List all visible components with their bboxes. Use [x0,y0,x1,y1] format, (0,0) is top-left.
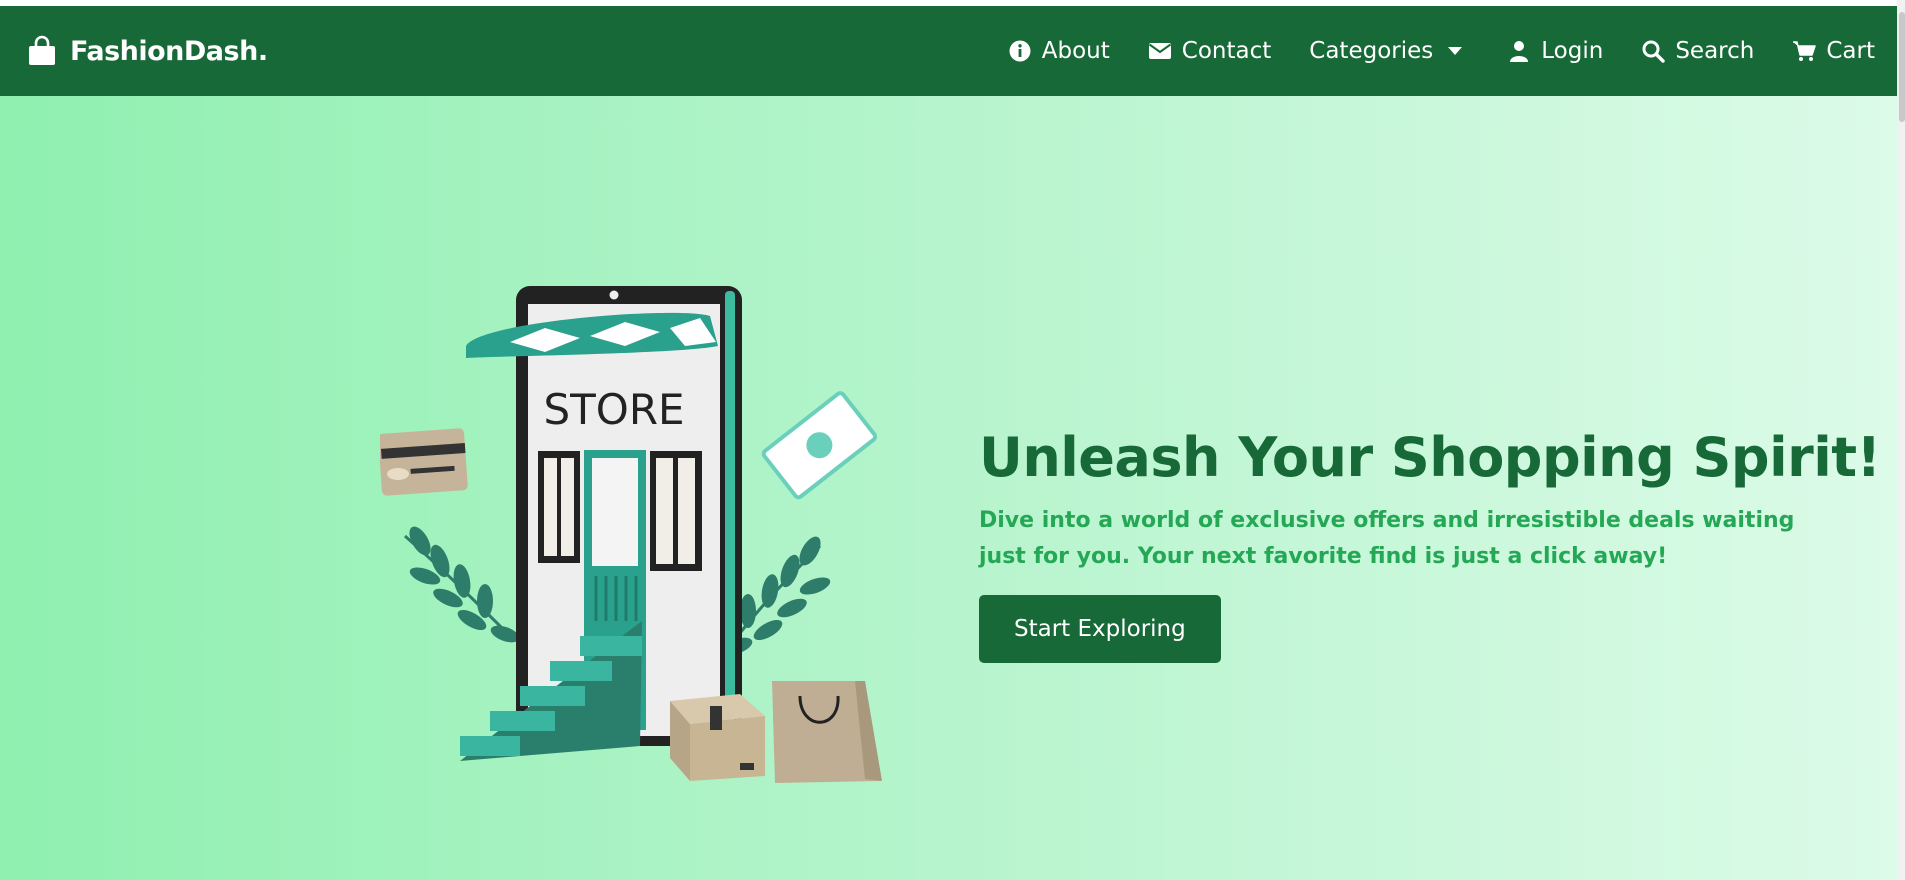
shopping-bag-icon [29,35,55,65]
nav-links: About Contact Categories Login Search Ca… [970,6,1875,96]
nav-item-search[interactable]: Search [1641,38,1754,64]
nav-item-label: Search [1675,38,1755,64]
caret-down-icon [1448,47,1463,55]
nav-item-label: Login [1541,38,1604,64]
brand-logo[interactable]: FashionDash. [26,6,268,96]
nav-item-about[interactable]: About [1008,38,1110,64]
hero-subtitle: Dive into a world of exclusive offers an… [979,507,1795,569]
hero-section: STORE Unleash Your Shopping Spirit! Dive… [0,96,1897,880]
shopping-bag-illustration-icon [772,681,882,783]
nav-item-categories[interactable]: Categories [1309,38,1463,64]
credit-card-icon [380,428,468,496]
nav-item-login[interactable]: Login [1507,38,1603,64]
store-sign-text: STORE [543,385,684,434]
navbar: FashionDash. About Contact Categories Lo… [0,6,1897,96]
nav-item-label: Categories [1309,38,1434,64]
hero-text-block: Unleash Your Shopping Spirit! Dive into … [979,426,1881,663]
scrollbar-thumb[interactable] [1899,12,1905,122]
nav-item-label: About [1041,38,1110,64]
nav-item-cart[interactable]: Cart [1792,38,1875,64]
brand-name: FashionDash. [70,35,268,67]
envelope-icon [1148,43,1171,59]
start-exploring-button[interactable]: Start Exploring [979,594,1221,663]
money-bill-icon [761,391,878,500]
nav-item-label: Cart [1826,38,1875,64]
storefront-illustration: STORE [380,286,882,783]
leaf-branch-left-icon [404,526,520,643]
search-icon [1642,40,1666,63]
nav-item-label: Contact [1181,38,1272,64]
package-box-icon [670,694,765,781]
cart-icon [1793,41,1817,61]
user-icon [1510,41,1529,62]
scrollbar-track[interactable] [1897,0,1905,880]
nav-item-contact[interactable]: Contact [1148,38,1271,64]
info-circle-icon [1009,40,1031,62]
hero-title: Unleash Your Shopping Spirit! [979,426,1881,489]
